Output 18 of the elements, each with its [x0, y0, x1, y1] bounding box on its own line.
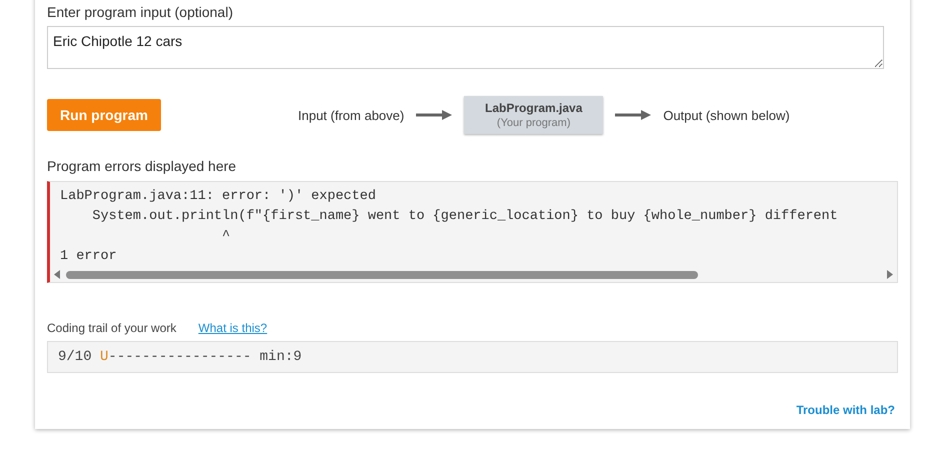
errors-label: Program errors displayed here — [47, 158, 238, 174]
program-caption: (Your program) — [496, 117, 570, 129]
coding-trail-text: 9/10 U----------------- min:9 — [47, 341, 898, 373]
flow-input-text: Input (from above) — [298, 108, 404, 122]
error-output-text: LabProgram.java:11: error: ')' expected System.out.println(f"{first_name} went to {generic_location} to buy {whole_number} different ^ 1 error — [59, 188, 839, 266]
arrow-icon — [416, 110, 452, 120]
coding-trail-label: Coding trail of your work — [47, 321, 176, 335]
input-label: Enter program input (optional) — [47, 4, 234, 20]
what-is-this-link[interactable]: What is this? — [198, 321, 268, 335]
run-program-button[interactable]: Run program — [47, 99, 161, 131]
arrow-icon — [615, 110, 652, 120]
trouble-with-lab-link[interactable]: Trouble with lab? — [796, 403, 895, 417]
scroll-left-icon[interactable] — [54, 270, 60, 279]
scrollbar-thumb[interactable] — [66, 270, 698, 278]
scroll-right-icon[interactable] — [887, 270, 893, 279]
flow-output-text: Output (shown below) — [663, 108, 790, 122]
program-input-field[interactable]: Eric Chipotle 12 cars — [47, 26, 884, 69]
program-name: LabProgram.java — [485, 101, 582, 115]
